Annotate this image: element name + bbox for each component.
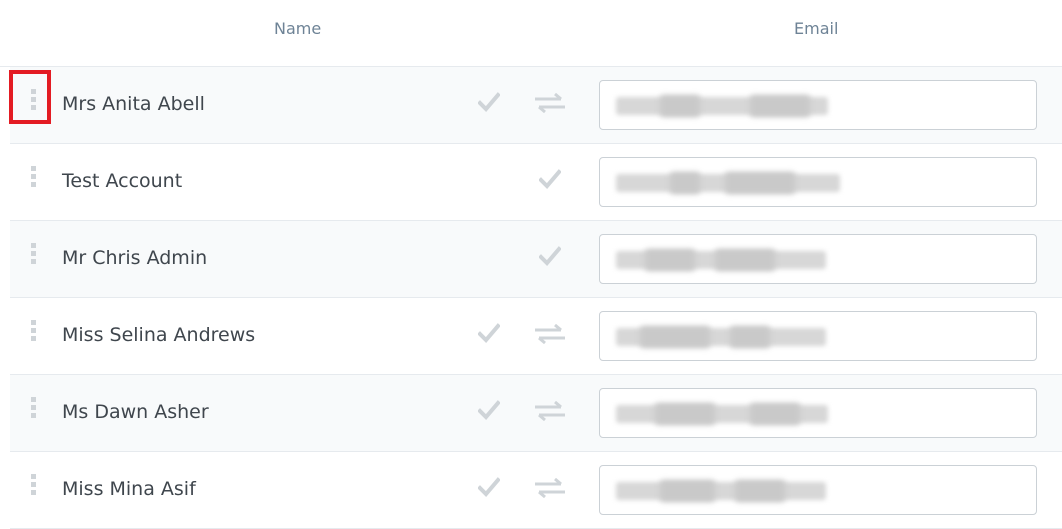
highlight-box (9, 70, 51, 124)
check-icon[interactable] (478, 400, 500, 420)
table-row: Mr Chris Admin (10, 221, 1062, 298)
drag-handle-icon[interactable] (28, 243, 38, 271)
table-row: Test Account (10, 144, 1062, 221)
table-row: Miss Selina Andrews (10, 298, 1062, 375)
email-field[interactable] (599, 388, 1037, 438)
swap-icon[interactable] (533, 478, 567, 498)
column-header-email[interactable]: Email (794, 19, 838, 38)
drag-handle-icon[interactable] (28, 474, 38, 502)
column-header-name[interactable]: Name (274, 19, 321, 38)
user-name: Mrs Anita Abell (62, 93, 205, 115)
user-table: Name Email Mrs Anita Abell Test Account (0, 0, 1062, 529)
table-row: Mrs Anita Abell (9, 67, 1062, 144)
swap-icon[interactable] (533, 324, 567, 344)
check-icon[interactable] (539, 169, 561, 189)
table-header: Name Email (0, 0, 1062, 67)
swap-icon[interactable] (533, 93, 567, 113)
swap-icon[interactable] (533, 401, 567, 421)
user-name: Ms Dawn Asher (62, 401, 209, 423)
table-row: Ms Dawn Asher (10, 375, 1062, 452)
email-field[interactable] (599, 157, 1037, 207)
drag-handle-icon[interactable] (28, 320, 38, 348)
email-field[interactable] (599, 234, 1037, 284)
check-icon[interactable] (478, 92, 500, 112)
check-icon[interactable] (478, 477, 500, 497)
email-field[interactable] (599, 465, 1037, 515)
user-name: Miss Selina Andrews (62, 324, 256, 346)
email-field[interactable] (599, 311, 1037, 361)
table-row: Miss Mina Asif (10, 452, 1062, 529)
email-field[interactable] (599, 80, 1037, 130)
check-icon[interactable] (539, 246, 561, 266)
user-name: Miss Mina Asif (62, 478, 196, 500)
check-icon[interactable] (478, 323, 500, 343)
drag-handle-icon[interactable] (28, 397, 38, 425)
drag-handle-icon[interactable] (28, 166, 38, 194)
user-name: Mr Chris Admin (62, 247, 208, 269)
user-name: Test Account (62, 170, 183, 192)
